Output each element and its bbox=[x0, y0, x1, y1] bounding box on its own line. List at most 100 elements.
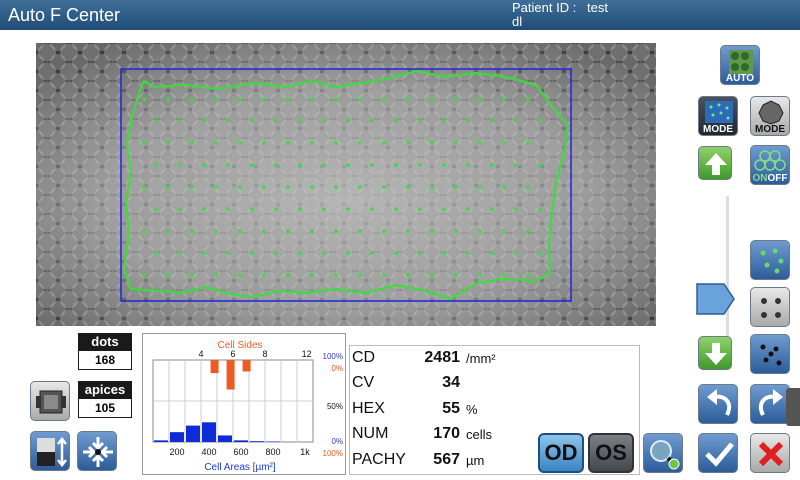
redo-icon bbox=[758, 389, 783, 416]
cell-dot bbox=[394, 163, 398, 167]
cell-dot bbox=[334, 141, 338, 145]
cell-dot bbox=[358, 273, 362, 277]
cell-dot bbox=[286, 185, 290, 189]
undo-button[interactable] bbox=[698, 384, 738, 424]
cell-dot bbox=[490, 251, 494, 255]
auto-button[interactable]: AUTO bbox=[720, 45, 760, 85]
up-button[interactable] bbox=[698, 146, 732, 180]
slider-thumb[interactable] bbox=[696, 282, 736, 316]
patient-sub-value: dl bbox=[512, 14, 523, 29]
cell-dot bbox=[238, 273, 242, 277]
cell-dot bbox=[250, 119, 254, 123]
label-mid: 50% bbox=[327, 402, 343, 411]
cell-dot bbox=[442, 119, 446, 123]
sides-bar bbox=[210, 360, 219, 374]
cell-dot bbox=[202, 163, 206, 167]
brightness-button[interactable] bbox=[30, 431, 70, 471]
cancel-button[interactable] bbox=[750, 433, 790, 473]
cell-dot bbox=[418, 251, 422, 255]
area-tick-labels: 200 400 600 800 1k bbox=[169, 447, 310, 457]
cell-dot bbox=[454, 229, 458, 233]
density-dark-button[interactable] bbox=[750, 334, 790, 374]
cell-dot bbox=[274, 251, 278, 255]
cell-dot bbox=[238, 141, 242, 145]
cell-dot bbox=[322, 251, 326, 255]
down-button[interactable] bbox=[698, 336, 732, 370]
cell-dot bbox=[382, 97, 386, 101]
magnifier-button[interactable] bbox=[643, 433, 683, 473]
cell-dot bbox=[274, 207, 278, 211]
metric-unit: cells bbox=[466, 427, 493, 442]
endothelium-image[interactable] bbox=[36, 43, 656, 326]
cell-dot bbox=[334, 229, 338, 233]
cell-dot bbox=[250, 163, 254, 167]
cell-dot bbox=[334, 273, 338, 277]
apices-value: 105 bbox=[78, 398, 132, 418]
mode-dots-button[interactable]: MODE bbox=[698, 96, 738, 136]
cell-dot bbox=[226, 251, 230, 255]
cell-dot bbox=[382, 273, 386, 277]
cell-dot bbox=[262, 185, 266, 189]
cell-dot bbox=[502, 273, 506, 277]
apices-label: apices bbox=[78, 381, 132, 398]
label-bottom-blue: 0% bbox=[331, 437, 343, 446]
cell-dot bbox=[154, 207, 158, 211]
cell-dot bbox=[190, 273, 194, 277]
cell-dot bbox=[250, 251, 254, 255]
os-button[interactable]: OS bbox=[588, 433, 634, 473]
metric-unit: % bbox=[466, 402, 478, 417]
overlay-toggle-button[interactable]: ONOFF bbox=[750, 145, 790, 185]
cell-dot bbox=[142, 97, 146, 101]
cell-dot bbox=[178, 163, 182, 167]
cell-dot bbox=[142, 185, 146, 189]
cell-dot bbox=[214, 141, 218, 145]
arrow-down-icon bbox=[705, 343, 727, 365]
cell-dot bbox=[430, 97, 434, 101]
cell-dot bbox=[274, 163, 278, 167]
center-button[interactable] bbox=[77, 431, 117, 471]
cell-dot bbox=[478, 273, 482, 277]
app-title: Auto F Center bbox=[8, 5, 121, 25]
od-button[interactable]: OD bbox=[538, 433, 584, 473]
histogram-chart: Cell Sides 4 6 8 12 200 400 600 800 1k Cell Are… bbox=[152, 340, 343, 473]
confirm-button[interactable] bbox=[698, 433, 738, 473]
cell-dot bbox=[442, 207, 446, 211]
apices-counter: apices 105 bbox=[78, 381, 132, 418]
label-top-orange: 0% bbox=[331, 364, 343, 373]
side-drawer-tab[interactable] bbox=[786, 388, 800, 426]
density-many-button[interactable] bbox=[750, 240, 790, 280]
cell-dot bbox=[166, 273, 170, 277]
cell-dot bbox=[214, 97, 218, 101]
cell-dot bbox=[538, 207, 542, 211]
cell-dot bbox=[418, 119, 422, 123]
slider-pointer-icon bbox=[696, 283, 735, 315]
area-bar bbox=[218, 435, 232, 442]
redo-button[interactable] bbox=[750, 384, 790, 424]
area-tick: 200 bbox=[169, 447, 184, 457]
frame-button[interactable] bbox=[30, 381, 70, 421]
cell-dot bbox=[286, 141, 290, 145]
area-tick: 600 bbox=[233, 447, 248, 457]
auto-label: AUTO bbox=[725, 73, 755, 84]
sides-tick: 4 bbox=[198, 349, 203, 359]
magnifier-icon bbox=[650, 440, 680, 470]
cell-dot bbox=[442, 163, 446, 167]
cell-dot bbox=[202, 119, 206, 123]
sides-tick: 12 bbox=[302, 349, 312, 359]
metric-unit: µm bbox=[466, 453, 485, 468]
area-bar bbox=[154, 440, 168, 442]
cell-dot bbox=[298, 119, 302, 123]
cell-dot bbox=[322, 207, 326, 211]
cell-dot bbox=[334, 185, 338, 189]
slider-track[interactable] bbox=[726, 196, 729, 346]
cell-dot bbox=[466, 207, 470, 211]
collapse-arrows-icon bbox=[83, 437, 113, 467]
mode-cell-button[interactable]: MODE bbox=[750, 96, 790, 136]
cell-dot bbox=[214, 229, 218, 233]
cell-dot bbox=[142, 273, 146, 277]
cell-dot bbox=[406, 141, 410, 145]
density-few-button[interactable] bbox=[750, 287, 790, 327]
cell-dot bbox=[466, 251, 470, 255]
label-bottom-orange: 100% bbox=[323, 449, 343, 458]
cell-dot bbox=[238, 97, 242, 101]
